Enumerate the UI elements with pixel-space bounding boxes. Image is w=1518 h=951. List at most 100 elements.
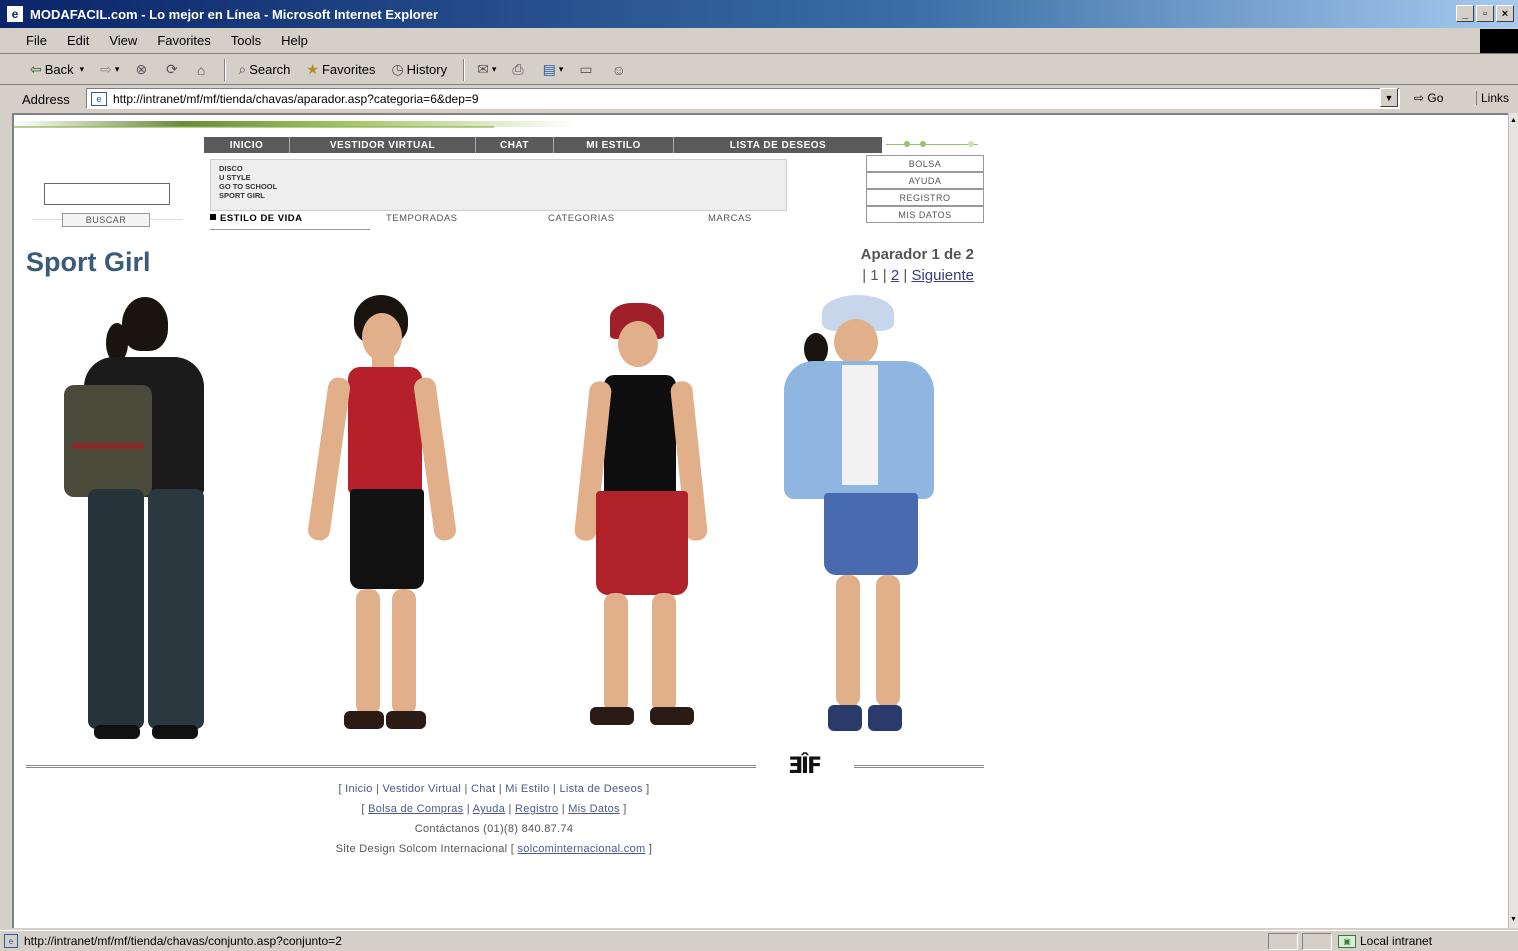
- model-image-2[interactable]: [300, 293, 460, 753]
- back-arrow-icon: ⇦: [30, 61, 42, 77]
- pager-separator: |: [903, 267, 908, 284]
- ayuda-button[interactable]: AYUDA: [866, 172, 984, 189]
- tab-marcas[interactable]: MARCAS: [708, 213, 752, 224]
- edit-button[interactable]: ▤ ▾: [543, 61, 564, 78]
- print-button[interactable]: ⎙: [512, 61, 526, 78]
- stop-icon: ⊗: [135, 61, 148, 77]
- page-title: Sport Girl: [26, 247, 151, 277]
- home-icon: ⌂: [196, 61, 206, 78]
- address-input[interactable]: e http://intranet/mf/mf/tienda/chavas/ap…: [86, 88, 1400, 109]
- nav-chat[interactable]: CHAT: [476, 137, 554, 153]
- chevron-down-icon: ▾: [491, 64, 497, 74]
- menu-edit[interactable]: Edit: [67, 33, 89, 48]
- tab-estilo-de-vida[interactable]: ESTILO DE VIDA: [210, 213, 302, 224]
- footer-divider-left: [26, 765, 756, 768]
- pager-next-link[interactable]: Siguiente: [911, 267, 974, 284]
- footer-link-inicio[interactable]: Inicio: [345, 783, 372, 795]
- nav-lista-de-deseos[interactable]: LISTA DE DESEOS: [674, 137, 882, 153]
- aparador-indicator: Aparador 1 de 2: [860, 246, 974, 263]
- search-input[interactable]: [44, 183, 170, 205]
- address-bar: Address e http://intranet/mf/mf/tienda/c…: [0, 86, 1518, 112]
- status-bar: e http://intranet/mf/mf/tienda/chavas/co…: [0, 930, 1518, 951]
- home-button[interactable]: ⌂: [197, 62, 208, 78]
- footer-link-mi-estilo[interactable]: Mi Estilo: [505, 783, 549, 795]
- window-titlebar: e MODAFACIL.com - Lo mejor en Línea - Mi…: [0, 0, 1518, 28]
- footer-credits: Site Design Solcom Internacional [ solco…: [335, 843, 653, 855]
- links-button[interactable]: Links: [1476, 91, 1509, 105]
- scroll-down-icon[interactable]: ▼: [1510, 916, 1518, 924]
- bolsa-button[interactable]: BOLSA: [866, 155, 984, 172]
- subcat-go-to-school[interactable]: GO TO SCHOOL: [219, 182, 786, 191]
- footer-divider-right: [854, 765, 984, 768]
- search-button[interactable]: ⌕ Search: [238, 61, 290, 78]
- standard-toolbar: ⇦ Back ▾ ⇨ ▾ ⊗ ⟳ ⌂ ⌕ Search ★ Favorites …: [0, 55, 1518, 85]
- footer-link-lista-de-deseos[interactable]: Lista de Deseos: [559, 783, 642, 795]
- messenger-button[interactable]: ☺: [612, 62, 629, 78]
- menu-favorites[interactable]: Favorites: [157, 33, 210, 48]
- category-tabs: ESTILO DE VIDA TEMPORADAS CATEGORIAS MAR…: [210, 213, 790, 229]
- stop-button[interactable]: ⊗: [135, 61, 150, 78]
- menu-view[interactable]: View: [109, 33, 137, 48]
- close-button[interactable]: ×: [1496, 5, 1514, 22]
- footer-link-ayuda[interactable]: Ayuda: [473, 803, 506, 815]
- buscar-button[interactable]: BUSCAR: [62, 213, 150, 227]
- go-button[interactable]: ⇨ Go: [1414, 91, 1443, 105]
- messenger-icon: ☺: [611, 61, 626, 78]
- active-tab-underline: [210, 229, 370, 230]
- black-skirt: [350, 489, 424, 589]
- tab-categorias[interactable]: CATEGORIAS: [548, 213, 615, 224]
- black-tank: [604, 375, 676, 493]
- chevron-down-icon: ▾: [558, 64, 564, 74]
- footer-link-chat[interactable]: Chat: [471, 783, 495, 795]
- subcat-u-style[interactable]: U STYLE: [219, 173, 786, 182]
- nav-inicio[interactable]: INICIO: [204, 137, 290, 153]
- footer-link-bolsa-de-compras[interactable]: Bolsa de Compras: [368, 803, 463, 815]
- floral-top: [348, 367, 422, 493]
- vertical-scrollbar[interactable]: ▲ ▼: [1508, 113, 1518, 928]
- forward-button[interactable]: ⇨ ▾: [100, 61, 119, 78]
- window-title: MODAFACIL.com - Lo mejor en Línea - Micr…: [30, 6, 439, 22]
- mail-icon: ✉: [477, 61, 489, 77]
- scroll-up-icon[interactable]: ▲: [1510, 117, 1518, 125]
- nav-mi-estilo[interactable]: MI ESTILO: [554, 137, 674, 153]
- address-dropdown-button[interactable]: ▼: [1380, 88, 1398, 107]
- toolbar-separator: [224, 58, 227, 81]
- status-url: http://intranet/mf/mf/tienda/chavas/conj…: [24, 934, 342, 948]
- tab-temporadas[interactable]: TEMPORADAS: [386, 213, 458, 224]
- mail-button[interactable]: ✉ ▾: [477, 61, 496, 78]
- subcat-disco[interactable]: DISCO: [219, 164, 786, 173]
- chevron-down-icon: ▾: [79, 64, 85, 74]
- model-image-1[interactable]: [44, 293, 224, 753]
- address-label: Address: [22, 91, 70, 107]
- back-button[interactable]: ⇦ Back ▾: [30, 61, 84, 78]
- menu-tools[interactable]: Tools: [231, 33, 261, 48]
- search-icon: ⌕: [238, 61, 247, 77]
- security-zone: ▣ Local intranet: [1338, 934, 1432, 948]
- subcat-sport-girl[interactable]: SPORT GIRL: [219, 191, 786, 200]
- toolbar-separator: [463, 58, 466, 81]
- menu-help[interactable]: Help: [281, 33, 308, 48]
- menu-file[interactable]: File: [26, 33, 47, 48]
- zone-label: Local intranet: [1360, 934, 1433, 948]
- print-icon: ⎙: [512, 61, 524, 77]
- mis-datos-button[interactable]: MIS DATOS: [866, 206, 984, 223]
- maximize-button[interactable]: ▫: [1476, 5, 1494, 22]
- footer-link-mis-datos[interactable]: Mis Datos: [568, 803, 620, 815]
- favorites-button[interactable]: ★ Favorites: [306, 61, 375, 78]
- edit-icon: ▤: [542, 61, 556, 77]
- footer-link-vestidor-virtual[interactable]: Vestidor Virtual: [383, 783, 462, 795]
- footer-link-registro[interactable]: Registro: [515, 803, 558, 815]
- minimize-button[interactable]: _: [1456, 5, 1474, 22]
- history-icon: ◷: [391, 61, 404, 77]
- pager-page-2[interactable]: 2: [891, 267, 899, 284]
- model-image-3[interactable]: [528, 303, 709, 753]
- discuss-button[interactable]: ▭: [579, 61, 595, 78]
- footer-link-solcom[interactable]: solcominternacional.com: [518, 843, 646, 855]
- nav-decoration: [886, 140, 978, 148]
- registro-button[interactable]: REGISTRO: [866, 189, 984, 206]
- refresh-button[interactable]: ⟳: [166, 61, 181, 78]
- history-button[interactable]: ◷ History: [391, 61, 447, 78]
- model-image-4[interactable]: [776, 293, 946, 753]
- backpack: [64, 385, 152, 497]
- nav-vestidor-virtual[interactable]: VESTIDOR VIRTUAL: [290, 137, 476, 153]
